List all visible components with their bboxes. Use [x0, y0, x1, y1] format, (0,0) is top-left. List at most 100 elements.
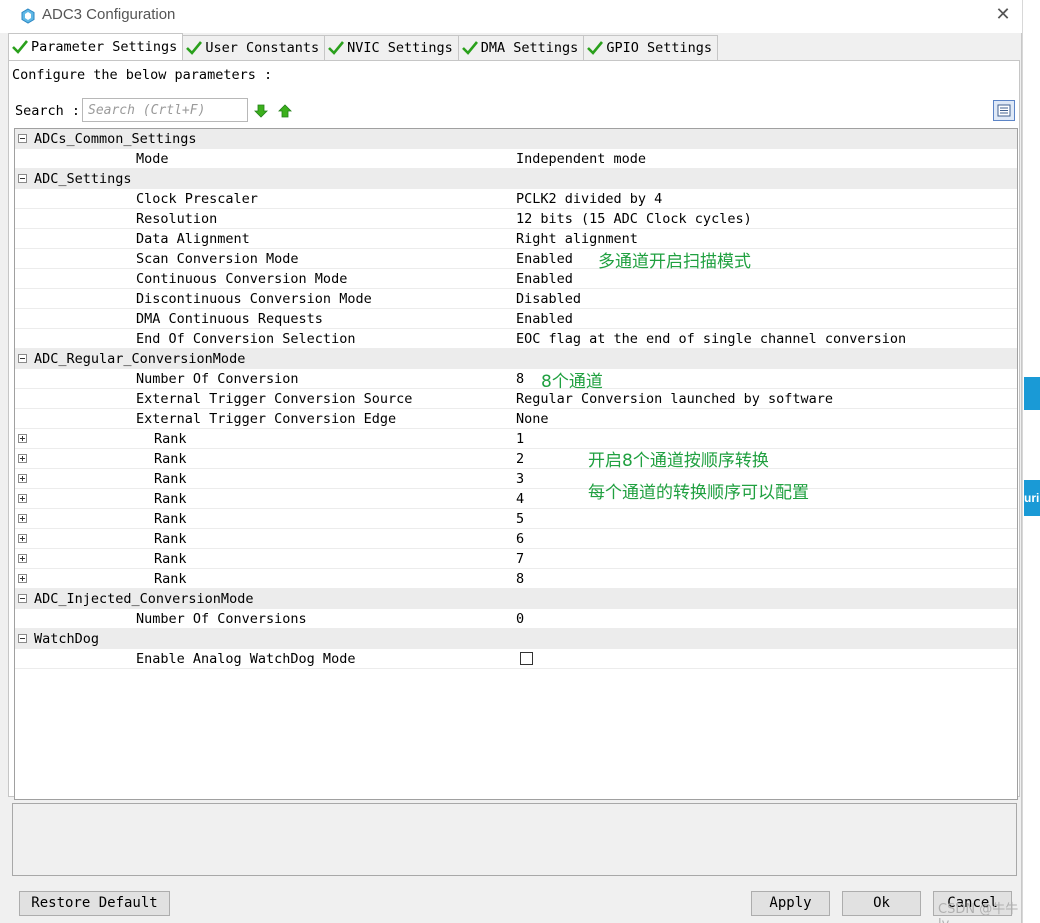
rank-row[interactable]: Rank 3	[15, 469, 1017, 489]
rank-row[interactable]: Rank 5	[15, 509, 1017, 529]
param-name: Rank	[154, 531, 187, 547]
expand-icon[interactable]	[18, 454, 27, 463]
param-name: External Trigger Conversion Source	[136, 391, 413, 407]
expand-icon[interactable]	[18, 514, 27, 523]
param-row-dma-continuous-requests[interactable]: DMA Continuous Requests Enabled	[15, 309, 1017, 329]
group-name: ADCs_Common_Settings	[34, 131, 197, 147]
param-value[interactable]: Enabled	[516, 249, 573, 269]
param-name: Scan Conversion Mode	[136, 251, 299, 267]
param-value[interactable]: Independent mode	[516, 149, 646, 169]
annotation-ranks-line1: 开启8个通道按顺序转换	[588, 451, 769, 471]
param-name: External Trigger Conversion Edge	[136, 411, 397, 427]
param-row-continuous-conversion-mode[interactable]: Continuous Conversion Mode Enabled	[15, 269, 1017, 289]
search-next-arrow-down-icon[interactable]	[253, 103, 269, 119]
expand-icon[interactable]	[18, 434, 27, 443]
param-row-data-alignment[interactable]: Data Alignment Right alignment	[15, 229, 1017, 249]
toggle-view-button[interactable]	[993, 100, 1015, 121]
rank-row[interactable]: Rank 7	[15, 549, 1017, 569]
collapse-icon[interactable]	[18, 174, 27, 183]
collapse-icon[interactable]	[18, 354, 27, 363]
param-value[interactable]: PCLK2 divided by 4	[516, 189, 662, 209]
collapse-icon[interactable]	[18, 134, 27, 143]
tab-dma-settings[interactable]: DMA Settings	[457, 35, 585, 60]
param-row-external-trigger-edge[interactable]: External Trigger Conversion Edge None	[15, 409, 1017, 429]
rank-row[interactable]: Rank 2	[15, 449, 1017, 469]
param-value[interactable]: 1	[516, 429, 524, 449]
param-value[interactable]: 5	[516, 509, 524, 529]
group-name: ADC_Regular_ConversionMode	[34, 351, 246, 367]
param-row-clock-prescaler[interactable]: Clock Prescaler PCLK2 divided by 4	[15, 189, 1017, 209]
tab-gpio-settings[interactable]: GPIO Settings	[583, 35, 718, 60]
background-window-edge	[1022, 0, 1040, 923]
ok-button[interactable]: Ok	[842, 891, 921, 916]
rank-row[interactable]: Rank 8	[15, 569, 1017, 589]
tab-user-constants[interactable]: User Constants	[182, 35, 326, 60]
param-name: Rank	[154, 491, 187, 507]
param-row-end-of-conversion-selection[interactable]: End Of Conversion Selection EOC flag at …	[15, 329, 1017, 349]
param-name: Rank	[154, 451, 187, 467]
param-value[interactable]: 12 bits (15 ADC Clock cycles)	[516, 209, 752, 229]
param-value[interactable]: 7	[516, 549, 524, 569]
param-row-number-of-conversion[interactable]: Number Of Conversion 8	[15, 369, 1017, 389]
param-row-external-trigger-source[interactable]: External Trigger Conversion Source Regul…	[15, 389, 1017, 409]
restore-default-button[interactable]: Restore Default	[19, 891, 170, 916]
param-value[interactable]: 2	[516, 449, 524, 469]
expand-icon[interactable]	[18, 494, 27, 503]
check-icon	[587, 41, 604, 55]
param-row-resolution[interactable]: Resolution 12 bits (15 ADC Clock cycles)	[15, 209, 1017, 229]
search-input[interactable]	[82, 98, 248, 122]
param-value[interactable]: EOC flag at the end of single channel co…	[516, 329, 906, 349]
param-name: Rank	[154, 431, 187, 447]
rank-row[interactable]: Rank 1	[15, 429, 1017, 449]
param-row-enable-analog-watchdog[interactable]: Enable Analog WatchDog Mode	[15, 649, 1017, 669]
param-value[interactable]: None	[516, 409, 549, 429]
param-row-number-of-conversions[interactable]: Number Of Conversions 0	[15, 609, 1017, 629]
group-adc-regular-conversion-mode[interactable]: ADC_Regular_ConversionMode	[15, 349, 1017, 369]
param-value[interactable]: Disabled	[516, 289, 581, 309]
param-value[interactable]: 8	[516, 569, 524, 589]
collapse-icon[interactable]	[18, 634, 27, 643]
expand-icon[interactable]	[18, 574, 27, 583]
param-name: Rank	[154, 511, 187, 527]
param-value[interactable]: 6	[516, 529, 524, 549]
group-adc-injected-conversion-mode[interactable]: ADC_Injected_ConversionMode	[15, 589, 1017, 609]
apply-button[interactable]: Apply	[751, 891, 830, 916]
param-name: Enable Analog WatchDog Mode	[136, 651, 356, 667]
rank-row[interactable]: Rank 6	[15, 529, 1017, 549]
group-adc-settings[interactable]: ADC_Settings	[15, 169, 1017, 189]
rank-row[interactable]: Rank 4	[15, 489, 1017, 509]
settings-tabs: Parameter Settings User Constants NVIC S…	[8, 33, 718, 60]
param-value[interactable]: Enabled	[516, 309, 573, 329]
close-button[interactable]: ✕	[990, 4, 1016, 28]
tab-label: DMA Settings	[480, 40, 579, 56]
group-watchdog[interactable]: WatchDog	[15, 629, 1017, 649]
tab-parameter-settings[interactable]: Parameter Settings	[8, 33, 184, 60]
param-row-mode[interactable]: Mode Independent mode	[15, 149, 1017, 169]
enable-analog-watchdog-checkbox[interactable]	[520, 652, 533, 665]
param-name: Discontinuous Conversion Mode	[136, 291, 372, 307]
expand-icon[interactable]	[18, 534, 27, 543]
annotation-channels: 8个通道	[541, 372, 603, 392]
expand-icon[interactable]	[18, 554, 27, 563]
description-panel	[12, 803, 1017, 876]
param-value[interactable]: Enabled	[516, 269, 573, 289]
background-blue-panel	[1024, 377, 1040, 410]
tab-label: Parameter Settings	[31, 39, 178, 55]
group-adcs-common-settings[interactable]: ADCs_Common_Settings	[15, 129, 1017, 149]
param-value[interactable]: Right alignment	[516, 229, 638, 249]
param-row-discontinuous-conversion-mode[interactable]: Discontinuous Conversion Mode Disabled	[15, 289, 1017, 309]
param-value[interactable]: 8	[516, 369, 524, 389]
check-icon	[12, 40, 28, 54]
param-row-scan-conversion-mode[interactable]: Scan Conversion Mode Enabled	[15, 249, 1017, 269]
param-value[interactable]: 4	[516, 489, 524, 509]
group-name: WatchDog	[34, 631, 100, 647]
search-previous-arrow-up-icon[interactable]	[277, 103, 293, 119]
param-value[interactable]: Regular Conversion launched by software	[516, 389, 833, 409]
list-view-icon	[997, 104, 1011, 117]
collapse-icon[interactable]	[18, 594, 27, 603]
window-title: ADC3 Configuration	[42, 6, 176, 23]
param-value[interactable]: 3	[516, 469, 524, 489]
param-value[interactable]: 0	[516, 609, 524, 629]
expand-icon[interactable]	[18, 474, 27, 483]
tab-nvic-settings[interactable]: NVIC Settings	[324, 35, 459, 60]
